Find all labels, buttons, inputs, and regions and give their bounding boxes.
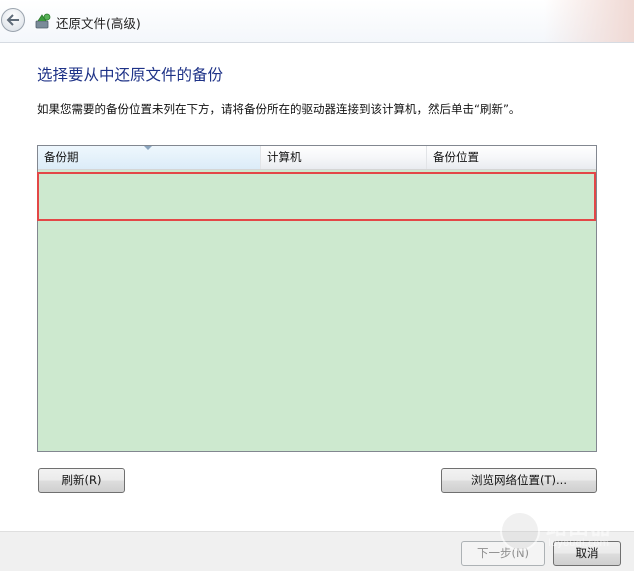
sort-arrow-icon	[144, 146, 152, 150]
next-button[interactable]: 下一步(N)	[461, 541, 545, 566]
window-title: 还原文件(高级)	[56, 16, 141, 31]
column-header-computer[interactable]: 计算机	[261, 146, 427, 169]
column-header-backup-period[interactable]: 备份期	[38, 146, 261, 169]
title-bar: 还原文件(高级)	[0, 0, 634, 43]
list-header: 备份期 计算机 备份位置	[38, 146, 596, 170]
highlighted-row-outline	[37, 172, 596, 221]
browse-network-location-button[interactable]: 浏览网络位置(T)...	[441, 468, 597, 493]
column-label: 备份期	[44, 150, 79, 164]
column-header-backup-location[interactable]: 备份位置	[427, 146, 596, 169]
backup-restore-icon	[35, 13, 51, 29]
title-bar-tint	[544, 0, 634, 42]
refresh-button[interactable]: 刷新(R)	[38, 468, 125, 493]
back-button[interactable]	[1, 8, 25, 32]
column-label: 备份位置	[433, 150, 479, 164]
column-label: 计算机	[267, 150, 302, 164]
instruction-text: 如果您需要的备份位置未列在下方，请将备份所在的驱动器连接到该计算机，然后单击“刷…	[37, 102, 521, 116]
page-heading: 选择要从中还原文件的备份	[37, 66, 224, 84]
cancel-button[interactable]: 取消	[553, 541, 621, 566]
back-arrow-icon	[6, 14, 19, 26]
